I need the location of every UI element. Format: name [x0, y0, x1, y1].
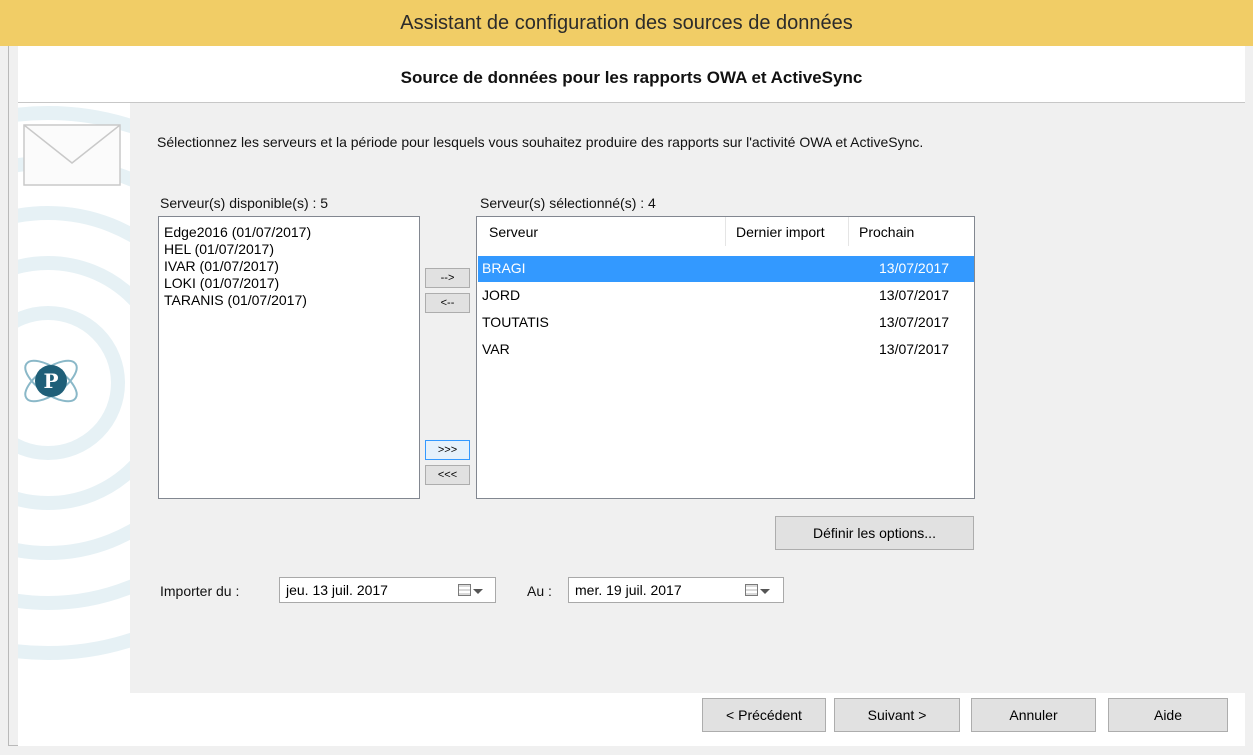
wave-art: P: [18, 106, 130, 660]
next-cell: 13/07/2017: [879, 260, 950, 276]
list-item[interactable]: Edge2016 (01/07/2017): [164, 224, 311, 240]
next-cell: 13/07/2017: [879, 341, 950, 357]
page-title: Source de données pour les rapports OWA …: [400, 68, 863, 87]
envelope-icon: [23, 124, 121, 186]
chevron-down-icon[interactable]: [760, 589, 770, 594]
logo-icon: P: [24, 359, 78, 403]
remove-server-button[interactable]: <--: [425, 293, 470, 313]
remove-all-servers-button[interactable]: <<<: [425, 465, 470, 485]
table-row[interactable]: VAR 13/07/2017: [478, 337, 974, 363]
column-header-next[interactable]: Prochain: [849, 217, 974, 246]
wizard-header: Source de données pour les rapports OWA …: [18, 46, 1245, 103]
from-date-picker[interactable]: jeu. 13 juil. 2017: [279, 577, 496, 603]
calendar-icon[interactable]: [458, 584, 471, 596]
list-item[interactable]: HEL (01/07/2017): [164, 241, 274, 257]
table-row[interactable]: JORD 13/07/2017: [478, 283, 974, 309]
list-item[interactable]: LOKI (01/07/2017): [164, 275, 279, 291]
to-date-label: Au :: [527, 583, 552, 599]
add-all-servers-button[interactable]: >>>: [425, 440, 470, 460]
list-item[interactable]: IVAR (01/07/2017): [164, 258, 279, 274]
next-cell: 13/07/2017: [879, 314, 950, 330]
server-cell: JORD: [482, 287, 521, 303]
column-header-server[interactable]: Serveur: [477, 217, 725, 246]
table-row[interactable]: TOUTATIS 13/07/2017: [478, 310, 974, 336]
define-options-button[interactable]: Définir les options...: [775, 516, 974, 550]
svg-text:P: P: [43, 369, 58, 393]
add-server-button[interactable]: -->: [425, 268, 470, 288]
instruction-text: Sélectionnez les serveurs et la période …: [157, 134, 924, 150]
list-item[interactable]: TARANIS (01/07/2017): [164, 292, 307, 308]
from-date-value: jeu. 13 juil. 2017: [286, 582, 388, 598]
help-button[interactable]: Aide: [1108, 698, 1228, 732]
calendar-icon[interactable]: [745, 584, 758, 596]
server-cell: VAR: [482, 341, 510, 357]
window-title: Assistant de configuration des sources d…: [400, 12, 853, 34]
available-servers-label: Serveur(s) disponible(s) : 5: [160, 195, 329, 211]
chevron-down-icon[interactable]: [473, 589, 483, 594]
server-cell: BRAGI: [482, 260, 526, 276]
selected-servers-label: Serveur(s) sélectionné(s) : 4: [480, 195, 656, 211]
import-from-label: Importer du :: [160, 583, 240, 599]
side-banner: P: [18, 103, 130, 693]
server-cell: TOUTATIS: [482, 314, 549, 330]
to-date-value: mer. 19 juil. 2017: [575, 582, 682, 598]
title-bar: Assistant de configuration des sources d…: [0, 0, 1253, 46]
available-servers-list[interactable]: Edge2016 (01/07/2017) HEL (01/07/2017) I…: [158, 216, 420, 499]
next-cell: 13/07/2017: [879, 287, 950, 303]
cancel-button[interactable]: Annuler: [971, 698, 1096, 732]
previous-button[interactable]: < Précédent: [702, 698, 826, 732]
selected-servers-table[interactable]: Serveur Dernier import Prochain BRAGI 13…: [476, 216, 975, 499]
next-button[interactable]: Suivant >: [834, 698, 960, 732]
column-header-last-import[interactable]: Dernier import: [726, 217, 848, 246]
table-row[interactable]: BRAGI 13/07/2017: [478, 256, 974, 282]
to-date-picker[interactable]: mer. 19 juil. 2017: [568, 577, 784, 603]
